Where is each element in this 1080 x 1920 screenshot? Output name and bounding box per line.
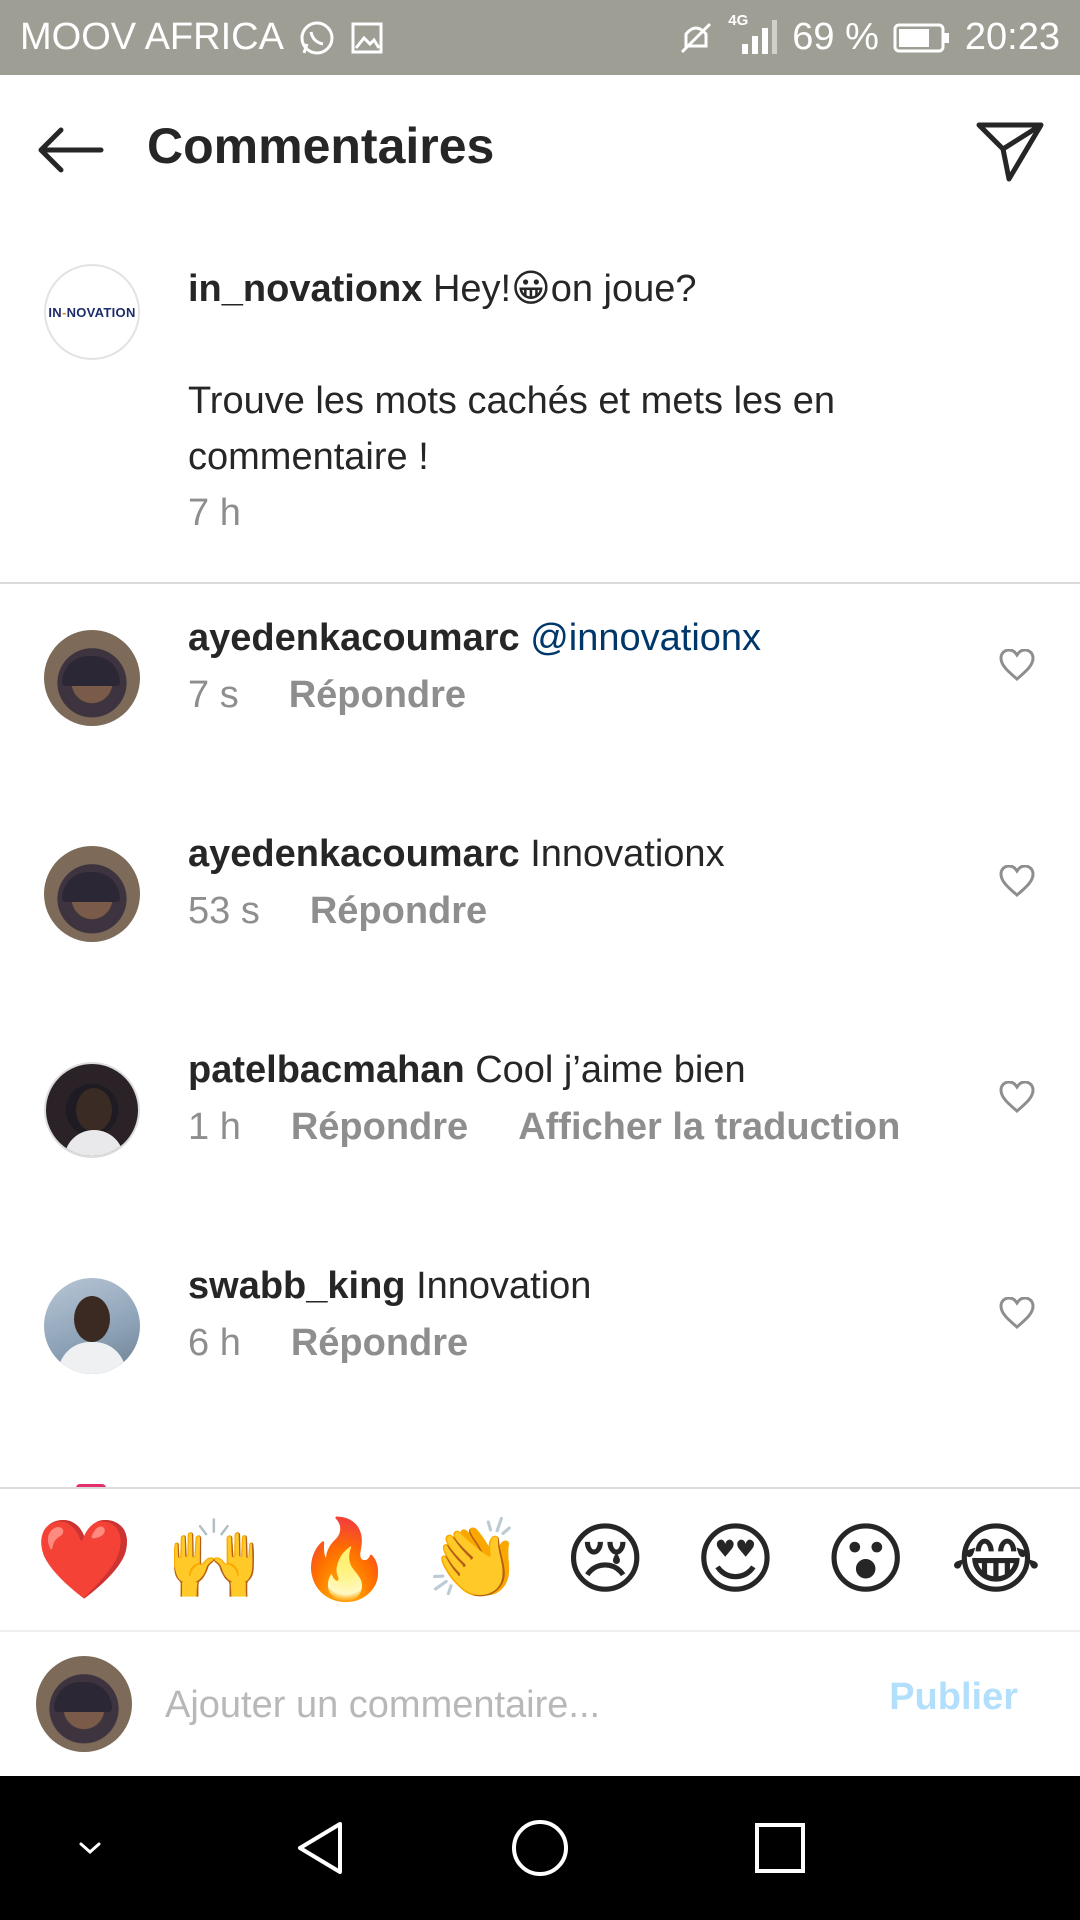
comment-text: ayedenkacoumarc @innovationx xyxy=(188,612,761,664)
surprised-emoji-button[interactable]: 😮 xyxy=(814,1508,918,1612)
comment-time: 1 h xyxy=(188,1106,241,1148)
caption-time: 7 h xyxy=(188,492,241,534)
nav-recents-button[interactable] xyxy=(720,1776,840,1920)
comment-input[interactable] xyxy=(165,1670,845,1740)
comment-composer: Publier xyxy=(0,1632,1080,1776)
reply-button[interactable]: Répondre xyxy=(289,674,466,717)
back-button[interactable] xyxy=(30,115,110,185)
comment-time: 6 h xyxy=(188,1322,241,1364)
whatsapp-icon xyxy=(298,19,336,57)
system-navigation-bar xyxy=(0,1776,1080,1920)
comment-text: ayedenkacoumarc Innovationx xyxy=(188,828,725,880)
heart-icon xyxy=(999,649,1035,681)
signal-icon: 4G xyxy=(728,12,778,58)
reply-button[interactable]: Répondre xyxy=(291,1322,468,1365)
caption-username[interactable]: in_novationx xyxy=(188,268,422,310)
avatar[interactable] xyxy=(44,630,140,726)
caption-paragraph: Trouve les mots cachés et mets les en co… xyxy=(188,380,835,478)
heart-icon xyxy=(999,1081,1035,1113)
see-translation-button[interactable]: Afficher la traduction xyxy=(518,1106,900,1149)
post-caption: IN-NOVATION in_novationx Hey!😀on joue? T… xyxy=(0,220,1080,584)
square-recents-icon xyxy=(755,1823,805,1873)
clock: 20:23 xyxy=(964,16,1060,58)
nav-back-button[interactable] xyxy=(260,1776,380,1920)
heart-icon xyxy=(999,865,1035,897)
avatar[interactable]: IN-NOVATION xyxy=(44,264,140,360)
comment-body: Innovation xyxy=(416,1265,592,1307)
heart-eyes-emoji-button[interactable]: 😍 xyxy=(683,1508,787,1612)
comment-text: swabb_king Innovation xyxy=(188,1260,591,1312)
header: Commentaires xyxy=(0,75,1080,220)
page-title: Commentaires xyxy=(147,118,495,174)
comment-time: 7 s xyxy=(188,674,239,716)
publish-button[interactable]: Publier xyxy=(889,1676,1018,1719)
quick-reactions-bar: ❤️ 🙌 🔥 👏 😢 😍 😮 😂 xyxy=(0,1487,1080,1632)
nav-home-button[interactable] xyxy=(480,1776,600,1920)
reply-button[interactable]: Répondre xyxy=(291,1106,468,1149)
gallery-icon xyxy=(350,21,384,55)
comment-username[interactable]: ayedenkacoumarc xyxy=(188,617,520,659)
reply-button[interactable]: Répondre xyxy=(310,890,487,933)
status-bar: MOOV AFRICA 4G 69 % 20:23 xyxy=(0,0,1080,75)
triangle-back-icon xyxy=(298,1822,342,1874)
fire-emoji-button[interactable]: 🔥 xyxy=(293,1508,397,1612)
arrow-left-icon xyxy=(38,127,104,173)
like-button[interactable] xyxy=(992,1288,1042,1338)
battery-icon xyxy=(893,22,951,54)
network-type: 4G xyxy=(728,11,749,29)
chevron-down-icon xyxy=(79,1842,101,1855)
crying-emoji-button[interactable]: 😢 xyxy=(553,1508,657,1612)
comment-username[interactable]: swabb_king xyxy=(188,1265,406,1307)
avatar[interactable] xyxy=(44,1278,140,1374)
caption-line1-after: on joue? xyxy=(550,268,697,310)
comment-text: patelbacmahan Cool j’aime bien xyxy=(188,1044,746,1096)
comment-username[interactable]: patelbacmahan xyxy=(188,1049,465,1091)
avatar[interactable] xyxy=(44,1062,140,1158)
hide-nav-button[interactable] xyxy=(50,1776,130,1920)
heart-icon xyxy=(999,1297,1035,1329)
comment-time: 53 s xyxy=(188,890,260,932)
heart-emoji-button[interactable]: ❤️ xyxy=(32,1508,136,1612)
grinning-emoji: 😀 xyxy=(511,266,551,310)
caption-line1-before: Hey! xyxy=(432,268,512,310)
comment-item: patelbacmahan Cool j’aime bien 1 h Répon… xyxy=(0,1018,1080,1234)
like-button[interactable] xyxy=(992,856,1042,906)
mention-link[interactable]: @innovationx xyxy=(530,617,761,659)
innovation-logo: IN-NOVATION xyxy=(48,304,136,320)
comment-item: swabb_king Innovation 6 h Répondre xyxy=(0,1234,1080,1450)
send-icon xyxy=(976,122,1044,182)
avatar[interactable] xyxy=(44,846,140,942)
send-button[interactable] xyxy=(970,111,1050,191)
like-button[interactable] xyxy=(992,1072,1042,1122)
comment-body: Cool j’aime bien xyxy=(475,1049,746,1091)
comment-item: ayedenkacoumarc Innovationx 53 s Répondr… xyxy=(0,802,1080,1018)
carrier-name: MOOV AFRICA xyxy=(20,16,284,58)
circle-home-icon xyxy=(512,1820,568,1876)
mute-icon xyxy=(678,20,714,56)
caption-text: in_novationx Hey!😀on joue? Trouve les mo… xyxy=(188,260,1028,485)
comment-meta: 6 h Répondre xyxy=(188,1322,468,1365)
raising-hands-emoji-button[interactable]: 🙌 xyxy=(162,1508,266,1612)
tears-of-joy-emoji-button[interactable]: 😂 xyxy=(944,1508,1048,1612)
current-user-avatar xyxy=(36,1656,132,1752)
like-button[interactable] xyxy=(992,640,1042,690)
clapping-emoji-button[interactable]: 👏 xyxy=(423,1508,527,1612)
comment-meta: 53 s Répondre xyxy=(188,890,487,933)
comment-meta: 7 s Répondre xyxy=(188,674,466,717)
battery-percent: 69 % xyxy=(792,16,879,58)
comment-meta: 1 h Répondre Afficher la traduction xyxy=(188,1106,900,1149)
comment-item: ayedenkacoumarc @innovationx 7 s Répondr… xyxy=(0,586,1080,802)
comment-username[interactable]: ayedenkacoumarc xyxy=(188,833,520,875)
comment-body: Innovationx xyxy=(530,833,725,875)
